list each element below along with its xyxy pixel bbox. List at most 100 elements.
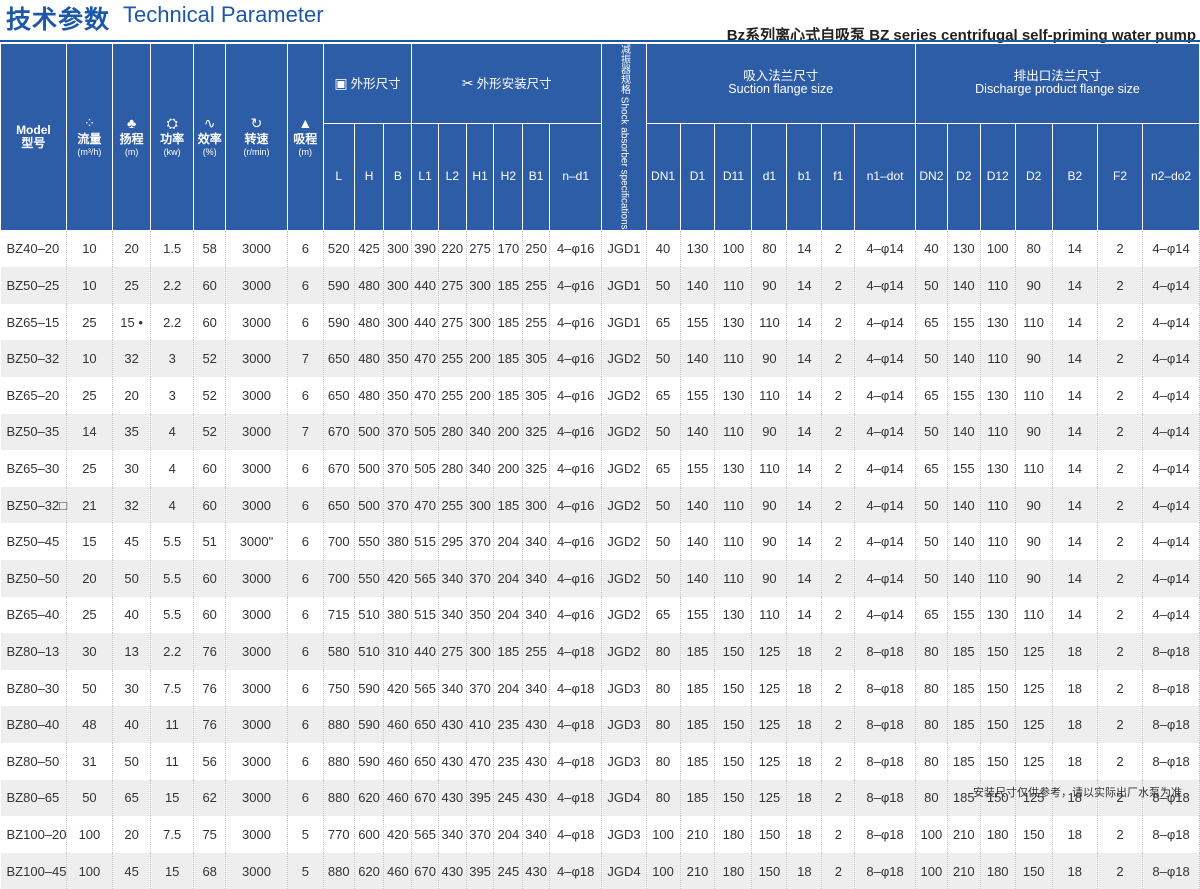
table-cell: 4–φ16 bbox=[549, 486, 603, 524]
table-cell: 390 bbox=[411, 230, 439, 268]
table-cell: 620 bbox=[354, 779, 385, 817]
table-cell: 4–φ16 bbox=[549, 340, 603, 377]
table-cell: 2 bbox=[821, 230, 856, 268]
model-cell: BZ65–30 bbox=[0, 450, 67, 487]
table-cell: 65 bbox=[646, 450, 681, 487]
subheader-discharge-3: D2 bbox=[1014, 122, 1053, 231]
table-cell: 140 bbox=[680, 486, 716, 524]
table-cell: 3000 bbox=[225, 816, 288, 853]
table-cell: 2 bbox=[821, 559, 856, 597]
table-cell: 30 bbox=[66, 633, 114, 670]
table-cell: 880 bbox=[323, 706, 355, 743]
table-cell: 62 bbox=[193, 779, 227, 817]
table-cell: 8–φ18 bbox=[1142, 669, 1200, 707]
table-cell: 340 bbox=[438, 596, 467, 634]
table-cell: 2 bbox=[1097, 523, 1144, 560]
table-cell: 2 bbox=[1097, 486, 1144, 524]
table-cell: 650 bbox=[323, 340, 355, 377]
table-cell: 110 bbox=[714, 413, 753, 451]
table-cell: 110 bbox=[980, 559, 1016, 597]
table-cell: 8–φ18 bbox=[854, 633, 916, 670]
table-cell: 110 bbox=[751, 450, 788, 487]
subheader-suction-0: DN1 bbox=[645, 122, 681, 231]
subheader-discharge-2: D12 bbox=[979, 122, 1016, 231]
suction-icon: ▲ bbox=[298, 114, 313, 131]
table-cell: 2 bbox=[821, 816, 856, 853]
table-cell: 8–φ18 bbox=[1142, 816, 1200, 853]
subheader-install-4: B1 bbox=[522, 122, 550, 231]
table-cell: 275 bbox=[438, 267, 467, 304]
table-cell: 76 bbox=[193, 633, 227, 670]
table-cell: 8–φ18 bbox=[854, 852, 916, 889]
table-cell: JGD3 bbox=[601, 669, 647, 707]
table-cell: 110 bbox=[980, 340, 1016, 377]
table-cell: 6 bbox=[287, 706, 324, 743]
table-cell: 325 bbox=[522, 413, 550, 451]
table-cell: 420 bbox=[383, 816, 413, 853]
table-cell: 80 bbox=[646, 706, 681, 743]
table-cell: 65 bbox=[646, 377, 681, 414]
table-cell: 300 bbox=[383, 267, 413, 304]
table-cell: 204 bbox=[493, 523, 524, 560]
table-cell: 130 bbox=[947, 230, 981, 268]
table-cell: 110 bbox=[714, 523, 753, 560]
table-cell: 8–φ18 bbox=[1142, 633, 1200, 670]
table-cell: 13 bbox=[112, 633, 152, 670]
table-cell: 770 bbox=[323, 816, 355, 853]
table-cell: 14 bbox=[1052, 450, 1098, 487]
table-cell: 18 bbox=[1052, 852, 1098, 889]
table-cell: 15 bbox=[150, 779, 195, 817]
table-cell: 80 bbox=[646, 669, 681, 707]
table-cell: 20 bbox=[112, 230, 152, 268]
table-cell: 505 bbox=[411, 413, 439, 451]
table-cell: 300 bbox=[522, 486, 550, 524]
table-cell: 4 bbox=[150, 486, 195, 524]
table-cell: 130 bbox=[980, 596, 1016, 634]
rotate-icon: ↻ bbox=[250, 114, 263, 131]
table-cell: 50 bbox=[915, 559, 948, 597]
table-cell: 76 bbox=[193, 669, 227, 707]
tools-icon: ✂ bbox=[461, 74, 474, 91]
table-cell: 275 bbox=[438, 633, 467, 670]
table-cell: 8–φ18 bbox=[854, 706, 916, 743]
table-cell: 670 bbox=[323, 450, 355, 487]
model-cell: BZ40–20 bbox=[0, 230, 67, 268]
table-cell: 110 bbox=[1015, 303, 1053, 341]
table-cell: 2 bbox=[821, 377, 856, 414]
table-cell: 4–φ14 bbox=[854, 303, 916, 341]
table-cell: 2 bbox=[821, 303, 856, 341]
table-cell: 480 bbox=[354, 377, 385, 414]
model-cell: BZ100–45 bbox=[0, 852, 67, 889]
table-cell: 460 bbox=[383, 706, 413, 743]
table-cell: 340 bbox=[522, 669, 550, 707]
table-cell: 4–φ14 bbox=[854, 596, 916, 634]
table-cell: 155 bbox=[947, 377, 981, 414]
table-cell: 65 bbox=[915, 596, 948, 634]
table-cell: 430 bbox=[438, 706, 467, 743]
table-cell: JGD1 bbox=[601, 303, 647, 341]
table-cell: 620 bbox=[354, 852, 385, 889]
table-cell: 14 bbox=[786, 303, 823, 341]
table-cell: 125 bbox=[751, 633, 788, 670]
table-cell: 2 bbox=[1097, 816, 1144, 853]
table-cell: 650 bbox=[323, 486, 355, 524]
table-cell: 340 bbox=[438, 559, 467, 597]
table-cell: 155 bbox=[947, 303, 981, 341]
table-cell: 100 bbox=[915, 816, 948, 853]
table-cell: 50 bbox=[915, 340, 948, 377]
table-cell: 4–φ18 bbox=[549, 669, 603, 707]
table-cell: JGD2 bbox=[601, 486, 647, 524]
table-cell: JGD2 bbox=[601, 596, 647, 634]
table-cell: 185 bbox=[493, 377, 524, 414]
table-cell: 80 bbox=[915, 706, 948, 743]
table-cell: 185 bbox=[493, 486, 524, 524]
table-cell: 500 bbox=[354, 450, 385, 487]
table-row: BZ80–40 48 40 11 76 3000 6 880 590 460 650 430 410 23… bbox=[0, 706, 1200, 743]
table-cell: 110 bbox=[714, 559, 753, 597]
table-cell: 150 bbox=[714, 669, 753, 707]
table-cell: 305 bbox=[522, 340, 550, 377]
table-cell: JGD2 bbox=[601, 559, 647, 597]
table-cell: 670 bbox=[411, 852, 439, 889]
table-row: BZ50–35 14 35 4 52 3000 7 670 500 370 505 280 340 200… bbox=[0, 413, 1200, 451]
table-cell: 185 bbox=[947, 633, 981, 670]
